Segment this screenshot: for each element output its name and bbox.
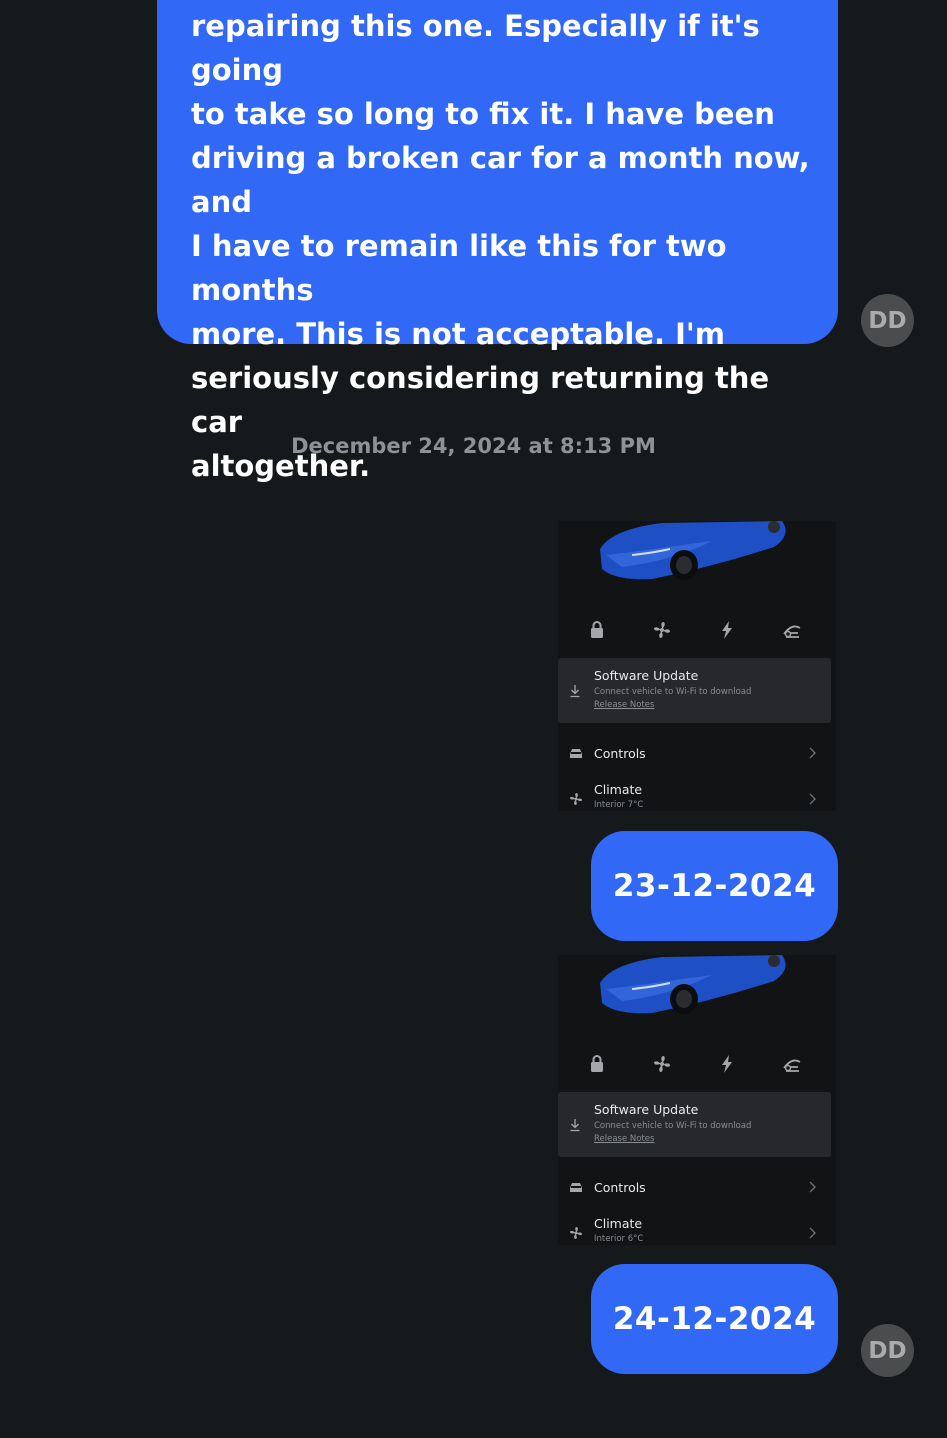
chevron-right-icon [809,747,816,759]
fan-icon[interactable] [651,1053,673,1075]
software-update-card[interactable]: Software Update Connect vehicle to Wi-Fi… [558,1092,831,1157]
car-icon [570,1183,582,1192]
controls-row[interactable]: Controls [558,739,836,769]
software-update-title: Software Update [594,668,699,683]
chevron-right-icon [809,793,816,805]
bolt-icon[interactable] [716,619,738,641]
fan-icon [570,1227,582,1239]
climate-interior-temp: Interior 6°C [594,1234,644,1244]
avatar[interactable]: DD [861,294,914,347]
car-image [600,955,786,1014]
climate-label: Climate [594,1216,643,1231]
lock-icon[interactable] [586,1053,608,1075]
release-notes-link[interactable]: Release Notes [594,1134,654,1144]
message-bubble-date[interactable]: 23-12-2024 [591,831,838,941]
climate-row[interactable]: Climate Interior 6°C [558,1209,836,1245]
software-update-subtitle: Connect vehicle to Wi-Fi to download [594,687,752,697]
car-icon [570,749,582,758]
controls-label: Controls [594,746,646,761]
software-update-subtitle: Connect vehicle to Wi-Fi to download [594,1121,752,1131]
bolt-icon[interactable] [716,1053,738,1075]
fan-icon [570,793,582,805]
climate-interior-temp: Interior 7°C [594,800,644,810]
car-image [600,521,786,580]
software-update-title: Software Update [594,1102,699,1117]
wiper-icon[interactable] [781,1053,803,1075]
message-bubble-date[interactable]: 24-12-2024 [591,1264,838,1374]
release-notes-link[interactable]: Release Notes [594,700,654,710]
image-attachment[interactable]: Software Update Connect vehicle to Wi-Fi… [558,521,836,811]
image-attachment[interactable]: Software Update Connect vehicle to Wi-Fi… [558,955,836,1245]
avatar[interactable]: DD [861,1324,914,1377]
chevron-right-icon [809,1227,816,1239]
climate-row[interactable]: Climate Interior 7°C [558,775,836,811]
message-timestamp: December 24, 2024 at 8:13 PM [291,434,656,458]
download-icon [570,1119,580,1132]
fan-icon[interactable] [651,619,673,641]
climate-label: Climate [594,782,643,797]
controls-row[interactable]: Controls [558,1173,836,1203]
chevron-right-icon [809,1181,816,1193]
lock-icon[interactable] [586,619,608,641]
controls-label: Controls [594,1180,646,1195]
download-icon [570,685,580,698]
wiper-icon[interactable] [781,619,803,641]
message-bubble-long[interactable]: repairing this one. Especially if it's g… [157,0,838,483]
software-update-card[interactable]: Software Update Connect vehicle to Wi-Fi… [558,658,831,723]
